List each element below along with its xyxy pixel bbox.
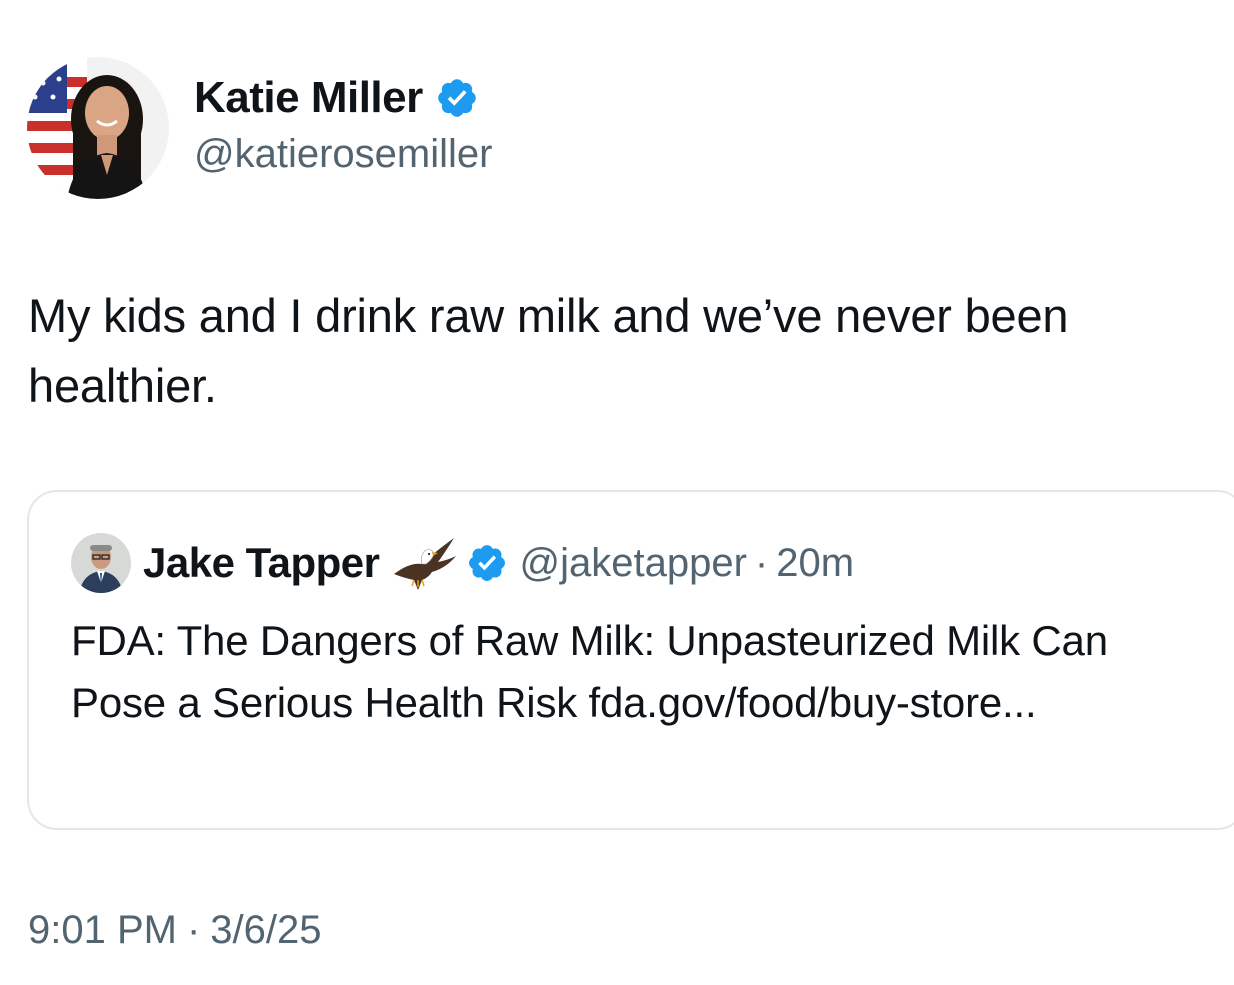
- quoted-tweet-header: Jake Tapper @jaketapper · 20m: [71, 532, 854, 594]
- quoted-tweet-card[interactable]: Jake Tapper @jaketapper · 20m FDA: The D…: [27, 490, 1234, 830]
- author-avatar-image: [27, 57, 169, 199]
- quoted-tweet-text: FDA: The Dangers of Raw Milk: Unpasteuri…: [71, 617, 1108, 726]
- timestamp-date[interactable]: 3/6/25: [210, 908, 321, 952]
- quoted-author-avatar[interactable]: [71, 533, 131, 593]
- quoted-verified-badge-icon[interactable]: [466, 542, 508, 584]
- author-display-name[interactable]: Katie Miller: [194, 73, 423, 123]
- quoted-author-handle[interactable]: @jaketapper: [520, 541, 747, 586]
- quoted-author-name[interactable]: Jake Tapper: [143, 539, 380, 587]
- tweet-container: Katie Miller @katierosemiller My kids an…: [0, 0, 1234, 985]
- eagle-icon: [393, 538, 456, 590]
- quoted-time-ago[interactable]: 20m: [776, 541, 854, 586]
- author-block: Katie Miller @katierosemiller: [194, 72, 492, 177]
- author-name-row: Katie Miller: [194, 72, 492, 124]
- tweet-timestamp[interactable]: 9:01 PM · 3/6/25: [28, 908, 322, 953]
- author-avatar[interactable]: [27, 57, 169, 199]
- timestamp-time[interactable]: 9:01 PM: [28, 908, 177, 952]
- author-handle[interactable]: @katierosemiller: [194, 132, 492, 177]
- quoted-author-avatar-image: [71, 533, 131, 593]
- verified-badge-icon[interactable]: [435, 76, 479, 120]
- tweet-text: My kids and I drink raw milk and we’ve n…: [28, 289, 1069, 412]
- timestamp-separator: ·: [186, 908, 201, 952]
- quoted-separator: ·: [754, 540, 769, 585]
